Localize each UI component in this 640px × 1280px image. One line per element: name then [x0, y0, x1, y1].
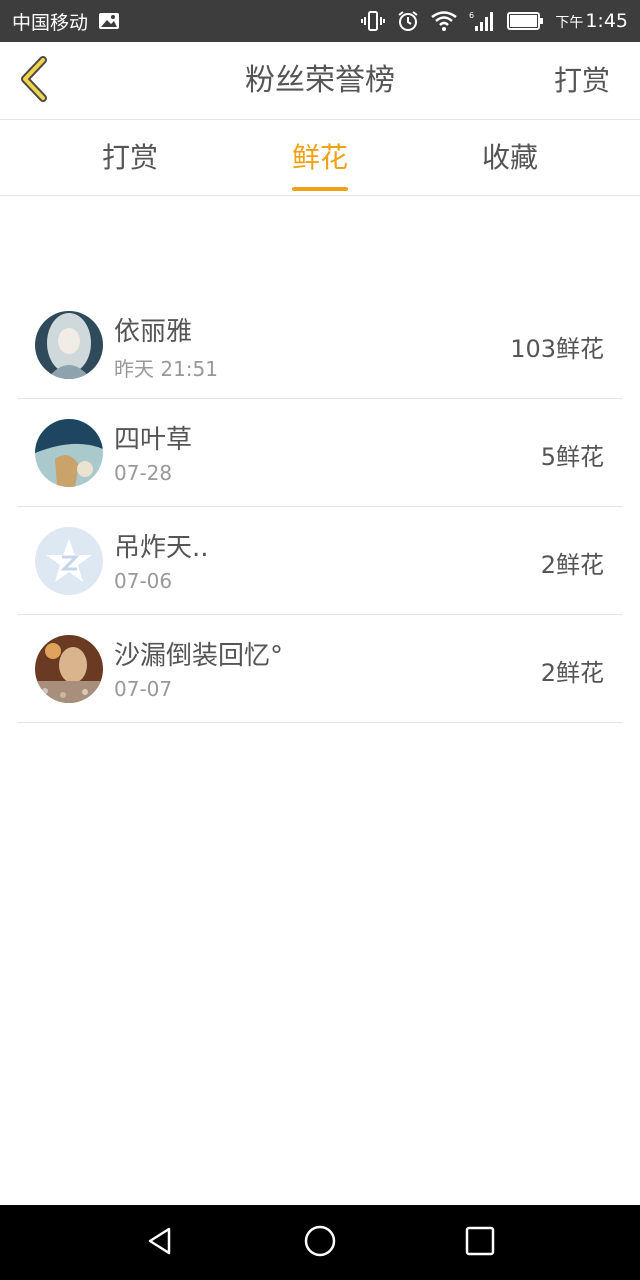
nav-recent-button[interactable] — [440, 1205, 520, 1280]
carrier-label: 中国移动 — [12, 11, 89, 34]
avatar — [35, 635, 103, 703]
flower-count: 5鲜花 — [540, 443, 604, 471]
tab-reward[interactable]: 打赏 — [70, 121, 190, 196]
list-item[interactable]: 吊炸天.. 07-06 2鲜花 — [18, 507, 622, 615]
fan-time: 昨天 21:51 — [114, 357, 218, 381]
tab-label: 鲜花 — [291, 141, 348, 174]
tab-bar: 打赏 鲜花 收藏 — [0, 121, 640, 196]
avatar — [35, 419, 103, 487]
fan-time: 07-06 — [114, 569, 173, 593]
fan-name: 依丽雅 — [114, 317, 193, 347]
clock: 下午 1:45 — [555, 10, 628, 32]
page-title: 粉丝荣誉榜 — [245, 63, 395, 98]
avatar — [35, 311, 103, 379]
flower-count: 2鲜花 — [540, 659, 604, 687]
list-item[interactable]: 沙漏倒装回忆° 07-07 2鲜花 — [18, 615, 622, 723]
nav-back-button[interactable] — [120, 1205, 200, 1280]
fan-name: 吊炸天.. — [114, 533, 209, 563]
fan-list: 依丽雅 昨天 21:51 103鲜花 四叶草 07-28 5鲜花 吊炸天.. 0… — [18, 291, 622, 723]
list-item[interactable]: 四叶草 07-28 5鲜花 — [18, 399, 622, 507]
tab-collect[interactable]: 收藏 — [450, 121, 570, 196]
signal-icon: 6 — [469, 10, 495, 32]
active-tab-indicator — [292, 187, 348, 191]
home-circle-icon — [303, 1224, 337, 1262]
fan-name: 四叶草 — [114, 425, 193, 455]
wifi-icon — [431, 11, 458, 31]
vibrate-icon — [361, 10, 386, 32]
reward-action-button[interactable]: 打赏 — [554, 42, 610, 120]
fan-time: 07-28 — [114, 461, 173, 485]
fan-time: 07-07 — [114, 677, 173, 701]
avatar — [35, 527, 103, 595]
system-nav-bar — [0, 1205, 640, 1280]
tab-label: 收藏 — [481, 141, 538, 174]
recent-square-icon — [464, 1225, 496, 1261]
fan-name: 沙漏倒装回忆° — [114, 641, 284, 671]
tab-label: 打赏 — [101, 141, 158, 174]
tab-flowers[interactable]: 鲜花 — [260, 121, 380, 196]
image-icon — [98, 11, 120, 31]
clock-time: 1:45 — [585, 10, 628, 32]
list-item[interactable]: 依丽雅 昨天 21:51 103鲜花 — [18, 291, 622, 399]
status-bar: 中国移动 6 下午 1:45 — [0, 0, 640, 42]
svg-text:6: 6 — [469, 11, 474, 20]
battery-icon — [507, 12, 544, 30]
flower-count: 2鲜花 — [540, 551, 604, 579]
title-bar: 粉丝荣誉榜 打赏 — [0, 42, 640, 120]
back-triangle-icon — [144, 1225, 176, 1261]
nav-home-button[interactable] — [280, 1205, 360, 1280]
clock-prefix: 下午 — [555, 15, 584, 31]
flower-count: 103鲜花 — [510, 335, 604, 363]
alarm-icon — [397, 10, 419, 32]
